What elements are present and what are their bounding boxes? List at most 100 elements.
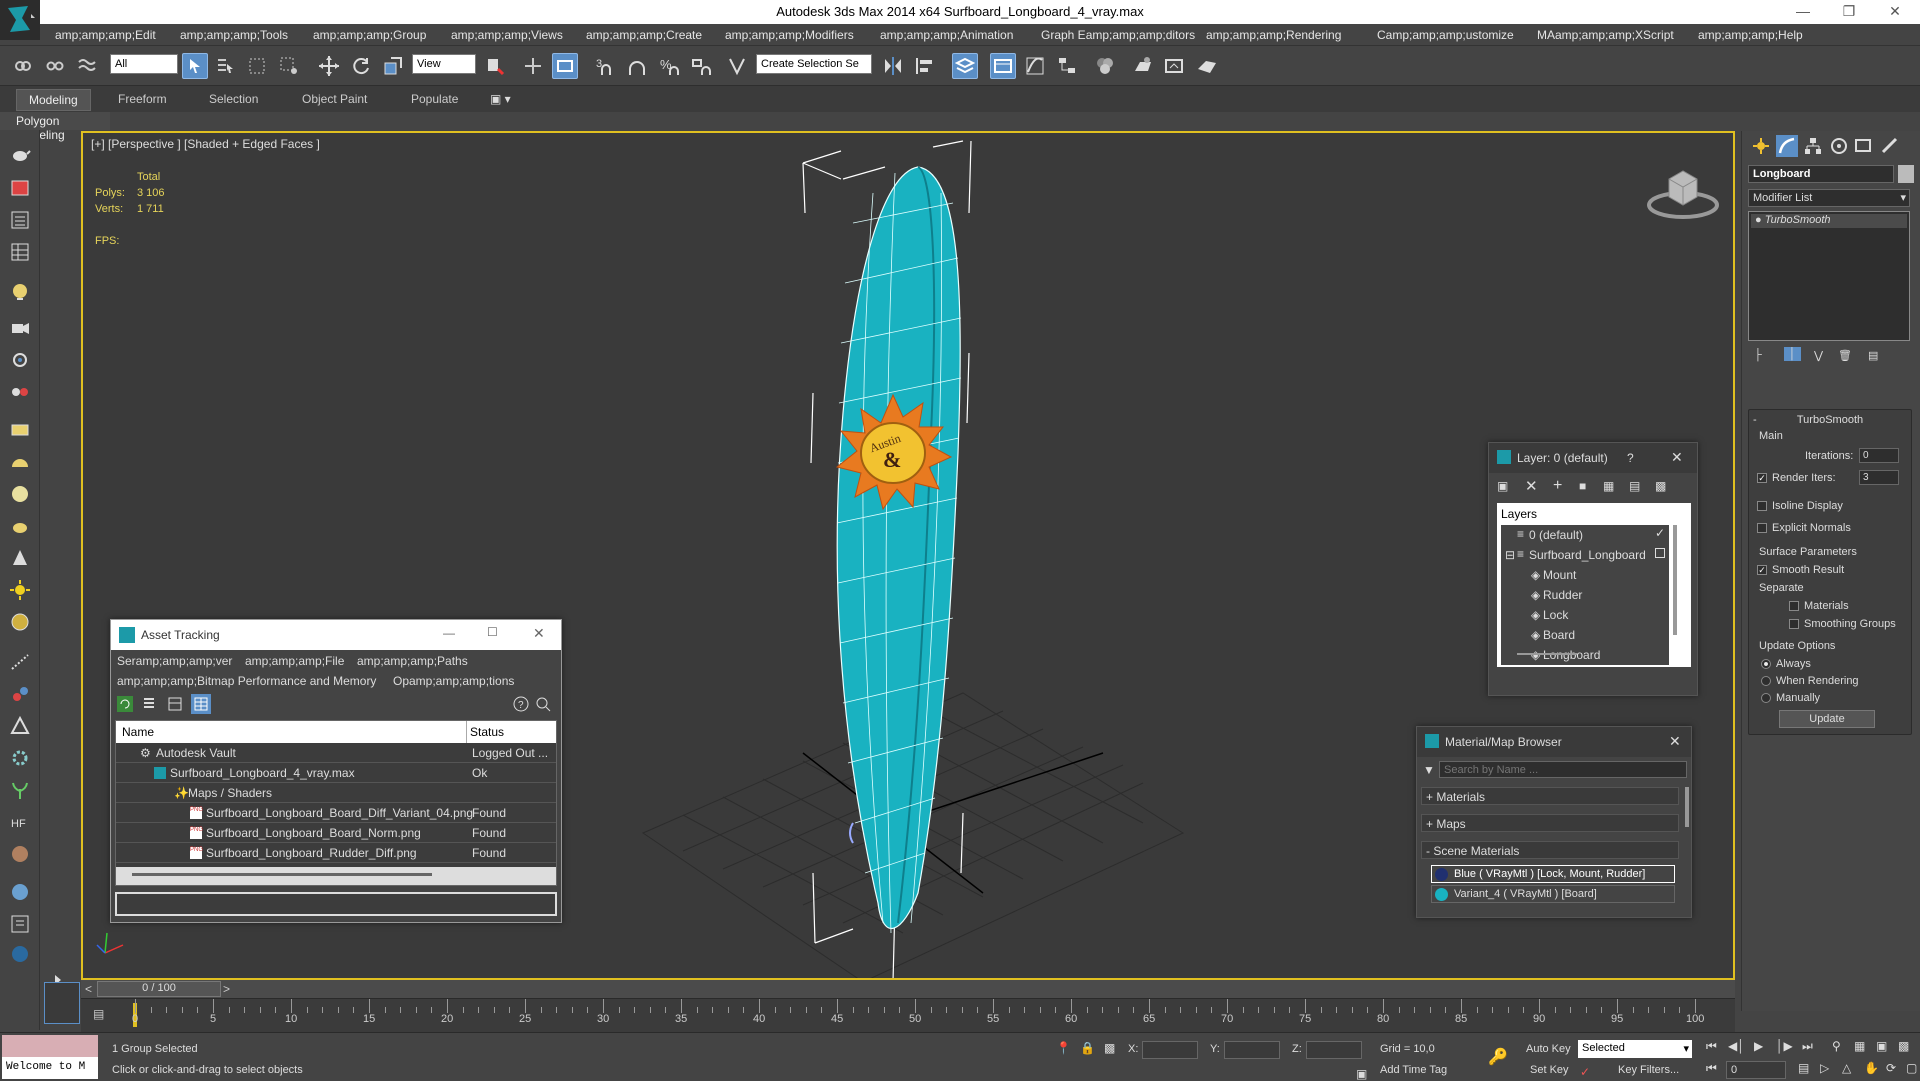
set-key-filter-icon[interactable]: ✓ xyxy=(1580,1065,1590,1079)
help-search-icon[interactable] xyxy=(535,696,551,715)
stack-item-turbosmooth[interactable]: ● TurboSmooth xyxy=(1751,214,1907,228)
menu-rendering[interactable]: amp;amp;amp;Rendering xyxy=(1206,28,1341,42)
hemisphere-icon[interactable] xyxy=(8,450,32,474)
app-menu-button[interactable] xyxy=(0,0,40,40)
pin-stack-icon[interactable]: ├ xyxy=(1754,349,1762,361)
render-iters-checkbox[interactable]: ✓ Render Iters: xyxy=(1757,472,1836,484)
absolute-mode-icon[interactable]: ▩ xyxy=(1104,1041,1115,1055)
ribbon-options-icon[interactable]: ▣ ▾ xyxy=(490,92,511,106)
material-browser-titlebar[interactable]: Material/Map Browser ✕ xyxy=(1417,727,1691,757)
set-key-button[interactable]: Set Key xyxy=(1530,1064,1569,1076)
menu-maxscript[interactable]: MAamp;amp;amp;XScript xyxy=(1537,28,1674,42)
motion-tab-icon[interactable] xyxy=(1830,137,1848,158)
new-layer-icon[interactable]: ▣ xyxy=(1497,479,1508,493)
light-icon[interactable] xyxy=(8,578,32,602)
grid-panel-icon[interactable] xyxy=(8,240,32,264)
close-icon[interactable]: ✕ xyxy=(533,625,545,642)
go-to-start-icon[interactable]: ⏮ xyxy=(1706,1039,1717,1054)
highlight-layer-icon[interactable]: ▦ xyxy=(1603,479,1614,493)
layer-item-rudder[interactable]: ◈ Rudder xyxy=(1501,585,1669,605)
update-when-rendering-radio[interactable]: When Rendering xyxy=(1761,675,1859,687)
zoom-icon[interactable]: ⚲ xyxy=(1832,1039,1841,1053)
layer-item-longboard[interactable]: ◈ Longboard xyxy=(1501,645,1669,665)
current-layer-check-icon[interactable]: ✓ xyxy=(1655,526,1665,540)
link-icon[interactable] xyxy=(10,53,36,79)
maxscript-listener[interactable] xyxy=(2,1035,98,1057)
previous-frame-icon[interactable]: ◀│ xyxy=(1728,1039,1745,1053)
tab-populate[interactable]: Populate xyxy=(411,92,458,106)
layer-scrollbar[interactable] xyxy=(1673,525,1677,635)
edit-named-selection-icon[interactable] xyxy=(724,53,750,79)
y-coordinate-field[interactable] xyxy=(1224,1041,1280,1059)
tab-object-paint[interactable]: Object Paint xyxy=(302,92,367,106)
menu-file[interactable]: amp;amp;amp;File xyxy=(245,654,344,668)
freeze-all-icon[interactable]: ▩ xyxy=(1655,479,1666,493)
play-icon[interactable]: ▶ xyxy=(1754,1039,1763,1053)
key-mode-toggle-icon[interactable]: ⏮ xyxy=(1706,1061,1717,1076)
x-coordinate-field[interactable] xyxy=(1142,1041,1198,1059)
time-tag-icon[interactable]: ▣ xyxy=(1356,1067,1367,1081)
menu-help[interactable]: amp;amp;amp;Help xyxy=(1698,28,1803,42)
table-row[interactable]: PNG Surfboard_Longboard_Board_Norm.png Fou… xyxy=(116,823,556,843)
material-item-blue[interactable]: Blue ( VRayMtl ) [Lock, Mount, Rudder] xyxy=(1431,865,1675,883)
close-icon[interactable]: ✕ xyxy=(1669,733,1681,750)
set-current-box[interactable] xyxy=(1655,548,1665,558)
cone-icon[interactable] xyxy=(8,546,32,570)
teapot-primitive-icon[interactable] xyxy=(8,514,32,538)
layer-item-board[interactable]: ◈ Board xyxy=(1501,625,1669,645)
rect-selection-icon[interactable] xyxy=(244,53,270,79)
table-view-icon[interactable] xyxy=(167,696,183,715)
display-tab-icon[interactable] xyxy=(1854,137,1872,158)
col-name-header[interactable]: Name xyxy=(122,725,154,739)
table-row[interactable]: Surfboard_Longboard_4_vray.max Ok xyxy=(116,763,556,783)
menu-edit[interactable]: amp;amp;amp;Edit xyxy=(55,28,156,42)
scene-materials-group[interactable]: - Scene Materials xyxy=(1421,841,1679,859)
minimize-button[interactable]: — xyxy=(1780,0,1826,24)
menu-server[interactable]: Seramp;amp;amp;ver xyxy=(117,654,232,668)
tab-freeform[interactable]: Freeform xyxy=(118,92,167,106)
object-color-swatch[interactable] xyxy=(1898,165,1914,183)
separate-materials-checkbox[interactable]: Materials xyxy=(1789,600,1849,612)
modifier-stack[interactable]: ● TurboSmooth xyxy=(1748,211,1910,341)
help-button[interactable]: ? xyxy=(1627,451,1634,465)
selection-filter-dropdown[interactable]: All xyxy=(110,54,178,74)
tab-selection[interactable]: Selection xyxy=(209,92,258,106)
settings-gear-icon[interactable] xyxy=(8,746,32,770)
bind-spacewarp-icon[interactable] xyxy=(74,53,100,79)
material-item-variant4[interactable]: Variant_4 ( VRayMtl ) [Board] xyxy=(1431,885,1675,903)
viewcube-icon[interactable] xyxy=(1643,163,1723,223)
utilities-tab-icon[interactable] xyxy=(1880,137,1898,158)
tab-modeling[interactable]: Modeling xyxy=(16,89,91,111)
schematic-view-icon[interactable] xyxy=(1054,53,1080,79)
percent-snap-icon[interactable]: % xyxy=(656,53,682,79)
select-layer-objects-icon[interactable]: ■ xyxy=(1579,479,1586,493)
update-always-radio[interactable]: Always xyxy=(1761,658,1811,670)
create-tab-icon[interactable] xyxy=(1752,137,1770,158)
configure-sets-icon[interactable]: ▤ xyxy=(1868,349,1878,362)
table-row[interactable]: PNG Surfboard_Longboard_Rudder_Diff.png Fo… xyxy=(116,843,556,863)
asset-path-field[interactable] xyxy=(115,892,557,916)
z-coordinate-field[interactable] xyxy=(1306,1041,1362,1059)
layer-manager-icon[interactable] xyxy=(952,53,978,79)
plant-icon[interactable] xyxy=(8,778,32,802)
table-row[interactable]: ✨ Maps / Shaders xyxy=(116,783,556,803)
search-input[interactable] xyxy=(1439,761,1687,778)
menu-paths[interactable]: amp;amp;amp;Paths xyxy=(357,654,468,668)
collapse-icon[interactable]: ⊟ xyxy=(1505,548,1515,562)
window-crossing-icon[interactable] xyxy=(276,53,302,79)
environment-sphere-icon[interactable] xyxy=(8,880,32,904)
particles-icon[interactable] xyxy=(8,650,32,674)
time-slider-thumb[interactable]: 0 / 100 xyxy=(97,981,221,997)
ribbon-toggle-icon[interactable] xyxy=(990,53,1016,79)
rendered-frame-window-icon[interactable] xyxy=(1162,53,1188,79)
menu-animation[interactable]: amp;amp;amp;Animation xyxy=(880,28,1013,42)
restore-button[interactable]: ❐ xyxy=(1826,0,1872,24)
horizontal-scrollbar[interactable] xyxy=(116,867,556,885)
hierarchy-tab-icon[interactable] xyxy=(1804,137,1822,158)
col-status-header[interactable]: Status xyxy=(470,725,504,739)
menu-customize[interactable]: Camp;amp;amp;ustomize xyxy=(1377,28,1514,42)
next-frame-icon[interactable]: │▶ xyxy=(1776,1039,1793,1053)
isolate-selection-icon[interactable]: 📍 xyxy=(1056,1041,1071,1055)
menu-create[interactable]: amp;amp;amp;Create xyxy=(586,28,702,42)
reference-coord-dropdown[interactable]: View xyxy=(412,54,476,74)
